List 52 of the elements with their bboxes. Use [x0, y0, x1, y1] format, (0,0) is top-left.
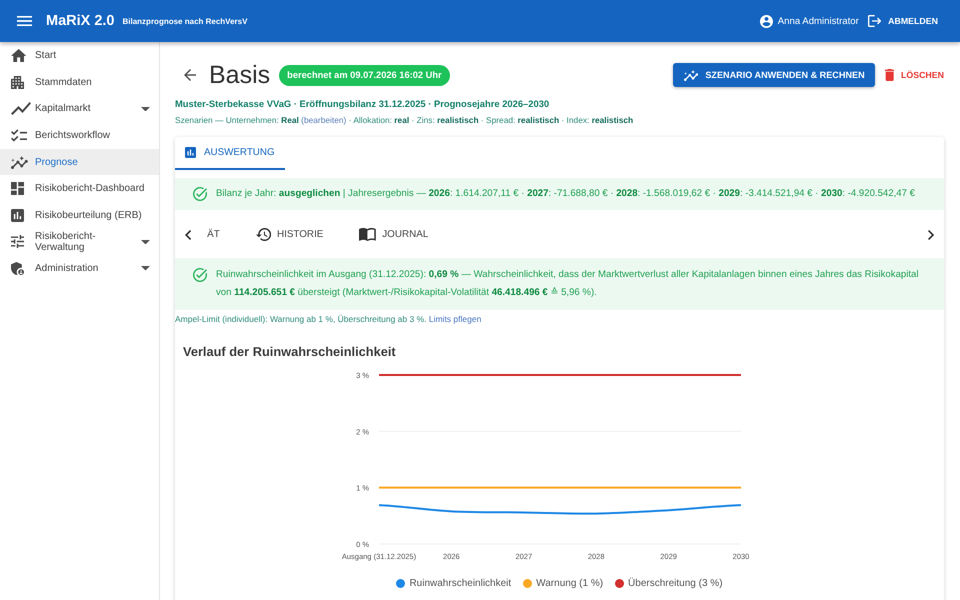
- trash-icon: [884, 69, 894, 81]
- scenario-line: Szenarien — Unternehmen: Real (bearbeiten) · Allokation: real · Zins: realistisch · Spread: realistisch · Index: realistisch: [175, 115, 634, 125]
- sidebar-item[interactable]: Start: [0, 42, 159, 70]
- sliders-icon: [11, 235, 24, 248]
- apply-scenario-button[interactable]: SZENARIO ANWENDEN & RECHNEN: [673, 63, 875, 87]
- legend-label: Ruinwahrscheinlichkeit: [409, 578, 512, 589]
- company-subtitle: Muster-Sterbekasse VVaG · Eröffnungsbilanz 31.12.2025 · Prognosejahre 2026–2030: [175, 98, 550, 109]
- building-icon: [11, 76, 24, 89]
- trend-line-icon: [11, 102, 31, 116]
- home-icon: [11, 49, 26, 62]
- tab[interactable]: ÄT: [206, 218, 238, 252]
- tab[interactable]: HISTORIE: [238, 218, 342, 252]
- chevron-left-icon[interactable]: [185, 230, 192, 240]
- sidebar-item[interactable]: Risikobericht-Verwaltung: [0, 228, 159, 256]
- alert-text: Bilanz je Jahr: ausgeglichen | Jahresergebnis — 2026: 1.614.207,11 € · 2027: -71.688,80 € · 2028: -1.568.019,62 € · 2029: -3.414.521,94 € · 2030: -4.920.542,47 €: [216, 187, 915, 201]
- page-title: Basis: [209, 62, 270, 88]
- status-badge: berechnet am 09.07.2026 16:02 Uhr: [279, 64, 450, 86]
- sidebar-item[interactable]: Risikobeurteilung (ERB): [0, 202, 159, 229]
- sidebar-item[interactable]: Risikobericht-Dashboard: [0, 175, 159, 202]
- back-arrow-icon[interactable]: [184, 69, 196, 81]
- user-name: Anna Administrator: [778, 16, 859, 26]
- chart-title: Verlauf der Ruinwahrscheinlichkeit: [183, 344, 397, 359]
- alert-text: Ruinwahrscheinlichkeit im Ausgang (31.12.2025): 0,69 % — Wahrscheinlichkeit, dass der Marktwertverlust aller Kapitalanlagen binnen eines Jahres das Risikokapital von 114.205.651 € übersteigt (Marktwert-/Risikokapital-Volatilität 46.418.496 € ≙ 5,96 %).: [216, 268, 920, 300]
- bar-chart-icon: [185, 147, 196, 158]
- book-icon: [359, 228, 376, 240]
- admin-shield-icon: [11, 262, 24, 276]
- sidebar-item[interactable]: Prognose: [0, 148, 159, 176]
- limits-link[interactable]: Limits pflegen: [428, 314, 482, 324]
- sparkle-chart-icon: [11, 156, 28, 169]
- tab[interactable]: AUSWERTUNG: [175, 137, 285, 170]
- dashboard-icon: [11, 182, 24, 196]
- logout-icon: [868, 15, 882, 27]
- logout-button[interactable]: ABMELDEN: [868, 15, 938, 27]
- app-title: MaRiX 2.0: [46, 13, 114, 29]
- sidebar-item[interactable]: Administration: [0, 255, 159, 282]
- legend-label: Warnung (1 %): [536, 578, 604, 589]
- sidebar-item[interactable]: Kapitalmarkt: [0, 96, 159, 122]
- tab[interactable]: JOURNAL: [341, 218, 446, 252]
- app-subtitle: Bilanzprognose nach RechVersV: [122, 16, 248, 26]
- account-icon: [760, 14, 773, 28]
- menu-icon[interactable]: [17, 16, 32, 26]
- chevron-right-icon[interactable]: [928, 230, 934, 240]
- sidebar-item[interactable]: Stammdaten: [0, 69, 159, 96]
- limit-note: Ampel-Limit (individuell): Warnung ab 1 %, Überschreitung ab 3 %. Limits pflegen: [175, 314, 482, 324]
- sparkle-chart-icon: [684, 70, 698, 80]
- sidebar-item[interactable]: Berichtsworkflow: [0, 122, 159, 149]
- checklist-icon: [11, 129, 28, 142]
- delete-button[interactable]: LÖSCHEN: [880, 63, 944, 87]
- bar-chart-icon: [11, 208, 24, 222]
- edit-link[interactable]: (bearbeiten): [301, 115, 346, 125]
- legend-label: Überschreitung (3 %): [628, 578, 723, 589]
- history-icon: [256, 228, 271, 240]
